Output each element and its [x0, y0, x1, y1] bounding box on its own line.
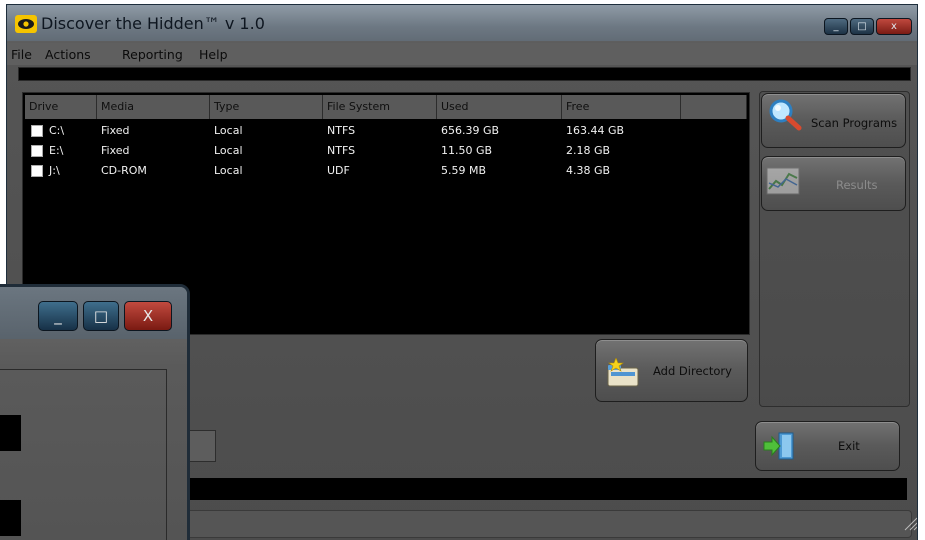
- cell-free: 2.18 GB: [566, 144, 611, 157]
- maximize-icon: □: [857, 21, 867, 32]
- cell-free: 4.38 GB: [566, 164, 611, 177]
- exit-button[interactable]: Exit: [755, 421, 900, 471]
- cell-used: 656.39 GB: [441, 124, 500, 137]
- column-header-type[interactable]: Type: [210, 95, 323, 119]
- close-button[interactable]: x: [876, 18, 912, 35]
- cell-used: 5.59 MB: [441, 164, 487, 177]
- minimize-icon: _: [54, 307, 62, 325]
- close-icon: x: [891, 21, 897, 32]
- cell-file-system: NTFS: [327, 144, 356, 157]
- column-header-drive[interactable]: Drive: [25, 95, 97, 119]
- cell-used: 11.50 GB: [441, 144, 493, 157]
- column-header-media[interactable]: Media: [97, 95, 210, 119]
- drive-checkbox[interactable]: [31, 165, 43, 177]
- cell-file-system: UDF: [327, 164, 350, 177]
- table-row[interactable]: E:\ Fixed Local NTFS 11.50 GB 2.18 GB: [25, 142, 747, 162]
- add-directory-button[interactable]: Add Directory: [595, 339, 748, 402]
- menu-reporting[interactable]: Reporting: [122, 47, 183, 62]
- cell-drive: J:\: [49, 164, 60, 177]
- column-header-free[interactable]: Free: [562, 95, 681, 119]
- cell-free: 163.44 GB: [566, 124, 625, 137]
- cell-type: Local: [214, 144, 243, 157]
- column-header-used[interactable]: Used: [437, 95, 562, 119]
- status-output: [172, 478, 907, 500]
- maximize-icon: □: [93, 307, 109, 325]
- results-label: Results: [836, 178, 878, 192]
- title-bar[interactable]: Discover the Hidden™ v 1.0 _ □ x: [7, 5, 917, 41]
- add-directory-label: Add Directory: [653, 364, 732, 378]
- folder-star-icon: [607, 358, 639, 387]
- eye-logo-icon: [15, 15, 37, 33]
- drive-checkbox[interactable]: [31, 145, 43, 157]
- menu-help[interactable]: Help: [199, 47, 228, 62]
- results-button[interactable]: Results: [761, 156, 906, 211]
- minimize-icon: _: [833, 21, 839, 32]
- table-row[interactable]: C:\ Fixed Local NTFS 656.39 GB 163.44 GB: [25, 122, 747, 142]
- drive-checkbox[interactable]: [31, 125, 43, 137]
- menu-actions[interactable]: Actions: [45, 47, 91, 62]
- list-header: Drive Media Type File System Used Free: [25, 95, 747, 119]
- secondary-maximize-button[interactable]: □: [83, 301, 119, 331]
- scan-programs-button[interactable]: Scan Programs: [761, 93, 906, 148]
- progress-bar: [18, 67, 911, 81]
- close-icon: X: [142, 307, 154, 325]
- secondary-close-button[interactable]: X: [124, 301, 172, 331]
- cell-media: Fixed: [101, 124, 130, 137]
- exit-door-icon: [763, 432, 794, 460]
- status-bar: [172, 510, 912, 538]
- chart-icon: [766, 167, 800, 195]
- cell-media: Fixed: [101, 144, 130, 157]
- cell-media: CD-ROM: [101, 164, 147, 177]
- column-header-extra[interactable]: [681, 95, 747, 119]
- minimize-button[interactable]: _: [824, 18, 848, 35]
- cell-type: Local: [214, 164, 243, 177]
- secondary-field[interactable]: [0, 500, 21, 536]
- secondary-content-frame: [0, 369, 167, 540]
- window-title: Discover the Hidden™ v 1.0: [41, 14, 265, 33]
- menu-bar: File Actions Reporting Help: [7, 43, 917, 65]
- secondary-window: _ □ X: [0, 284, 190, 540]
- cell-drive: E:\: [49, 144, 64, 157]
- exit-label: Exit: [838, 439, 860, 453]
- screen: Discover the Hidden™ v 1.0 _ □ x File Ac…: [0, 0, 925, 540]
- cell-drive: C:\: [49, 124, 65, 137]
- secondary-minimize-button[interactable]: _: [38, 301, 78, 331]
- cell-type: Local: [214, 124, 243, 137]
- menu-file[interactable]: File: [11, 47, 32, 62]
- secondary-field[interactable]: [0, 415, 21, 451]
- maximize-button[interactable]: □: [850, 18, 874, 35]
- magnifier-icon: [769, 99, 802, 131]
- table-row[interactable]: J:\ CD-ROM Local UDF 5.59 MB 4.38 GB: [25, 162, 747, 182]
- resize-grip-icon[interactable]: [902, 515, 918, 531]
- scan-programs-label: Scan Programs: [811, 116, 898, 130]
- cell-file-system: NTFS: [327, 124, 356, 137]
- secondary-title-bar[interactable]: _ □ X: [0, 287, 187, 339]
- column-header-file-system[interactable]: File System: [323, 95, 437, 119]
